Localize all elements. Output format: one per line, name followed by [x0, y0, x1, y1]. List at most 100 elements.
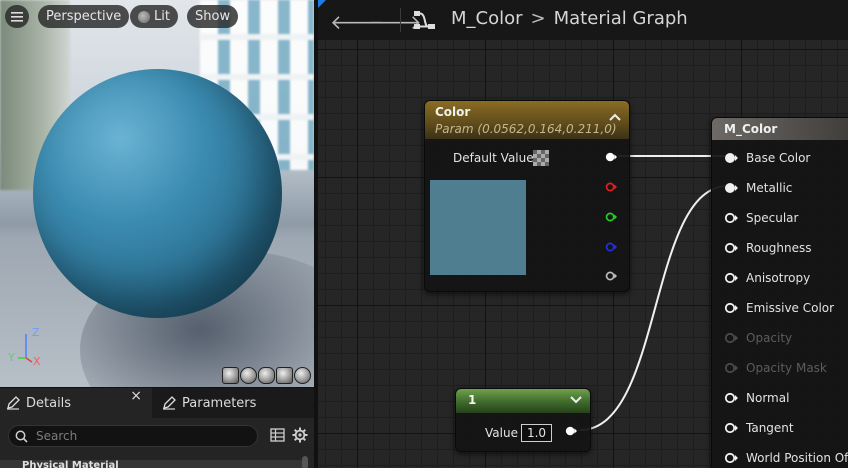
input-pin[interactable] [724, 332, 738, 344]
material-input-label: Metallic [746, 181, 793, 195]
material-input-label: Normal [746, 391, 790, 405]
cylinder-preview-icon[interactable] [222, 367, 239, 384]
viewport-menu-button[interactable] [5, 5, 29, 28]
tab-details[interactable]: Details × [0, 388, 152, 418]
material-input-row[interactable]: Base Color [724, 151, 810, 165]
perspective-label: Perspective [46, 9, 122, 24]
material-graph-canvas[interactable]: 🡐 🡒 M_Color > Material Graph Color Param… [318, 0, 848, 468]
preview-sphere [33, 69, 282, 318]
material-input-row[interactable]: Normal [724, 391, 789, 405]
chevron-down-icon[interactable] [570, 394, 582, 404]
table-view-icon[interactable] [270, 428, 285, 442]
panel-tab-bar: Details × Parameters [0, 388, 314, 418]
details-search-box[interactable] [8, 425, 258, 447]
input-pin[interactable] [724, 152, 738, 164]
input-pin[interactable] [724, 272, 738, 284]
input-pin[interactable] [724, 242, 738, 254]
material-input-row[interactable]: Anisotropy [724, 271, 810, 285]
lit-sphere-icon [138, 10, 150, 23]
red-output-pin[interactable] [605, 181, 617, 193]
constant-output-pin[interactable] [565, 425, 577, 437]
material-input-row[interactable]: Tangent [724, 421, 794, 435]
color-preview-swatch [430, 180, 526, 275]
plane-preview-icon[interactable] [258, 367, 275, 384]
input-pin[interactable] [724, 452, 738, 464]
material-input-label: Emissive Color [746, 301, 835, 315]
value-field[interactable]: 1.0 [521, 424, 552, 442]
material-input-label: Anisotropy [746, 271, 811, 285]
tab-parameters-label: Parameters [182, 395, 257, 411]
preview-viewport[interactable]: Perspective Lit Show Z X Y [0, 0, 314, 387]
constant-node-header[interactable]: 1 [456, 389, 590, 413]
show-button[interactable]: Show [187, 5, 239, 28]
value-label: Value [485, 426, 518, 440]
axis-x-label: X [33, 355, 41, 366]
material-input-row[interactable]: World Position Offs [724, 451, 848, 465]
material-node-header[interactable]: M_Color [712, 118, 848, 140]
preview-mesh-selector [222, 367, 311, 384]
search-input[interactable] [36, 429, 236, 443]
material-result-node[interactable]: M_Color Base Color Metallic Specular Roughn… [711, 117, 848, 468]
material-input-label: Opacity Mask [746, 361, 827, 375]
material-input-row[interactable]: Metallic [724, 181, 792, 195]
material-input-label: World Position Offs [746, 451, 848, 465]
green-output-pin[interactable] [605, 211, 617, 223]
material-input-row[interactable]: Specular [724, 211, 798, 225]
tab-details-label: Details [26, 395, 72, 411]
input-pin[interactable] [724, 212, 738, 224]
show-label: Show [195, 9, 231, 24]
pencil-icon [7, 396, 20, 410]
default-value-label: Default Value [453, 151, 534, 165]
input-pin[interactable] [724, 362, 738, 374]
color-node-subtitle: Param (0.0562,0.164,0.211,0) [435, 122, 617, 136]
chevron-up-icon[interactable] [609, 112, 621, 122]
material-input-row[interactable]: Roughness [724, 241, 811, 255]
material-node-title: M_Color [724, 122, 778, 136]
material-editor-window: Perspective Lit Show Z X Y Details × Par… [0, 0, 848, 468]
material-input-row[interactable]: Opacity Mask [724, 361, 827, 375]
color-node-header[interactable]: Color Param (0.0562,0.164,0.211,0) [425, 101, 629, 139]
details-scrollbar[interactable] [302, 456, 308, 468]
color-node-title: Color [435, 105, 471, 119]
section-header-physical-material[interactable]: Physical Material [0, 460, 306, 468]
lit-label: Lit [154, 9, 170, 24]
teapot-preview-icon[interactable] [294, 367, 311, 384]
blue-output-pin[interactable] [605, 241, 617, 253]
search-icon [15, 430, 28, 443]
material-input-row[interactable]: Opacity [724, 331, 792, 345]
toolbar-separator [400, 8, 401, 32]
breadcrumb-graph[interactable]: Material Graph [554, 8, 688, 29]
material-input-label: Specular [746, 211, 799, 225]
input-pin[interactable] [724, 182, 738, 194]
graph-toolbar: 🡐 🡒 M_Color > Material Graph [318, 0, 848, 40]
input-pin[interactable] [724, 422, 738, 434]
material-input-row[interactable]: Emissive Color [724, 301, 834, 315]
input-pin[interactable] [724, 302, 738, 314]
breadcrumb-separator: > [530, 8, 546, 29]
material-input-label: Opacity [746, 331, 793, 345]
alpha-output-pin[interactable] [605, 270, 617, 282]
graph-corner-marker [318, 0, 326, 8]
default-value-swatch[interactable] [533, 150, 549, 166]
input-pin[interactable] [724, 392, 738, 404]
lit-button[interactable]: Lit [130, 5, 178, 28]
close-icon[interactable]: × [130, 388, 142, 404]
pencil-icon [163, 396, 176, 410]
breadcrumb: M_Color > Material Graph [451, 8, 688, 29]
material-input-label: Tangent [746, 421, 794, 435]
constant-node[interactable]: 1 Value 1.0 [455, 388, 591, 452]
axis-gizmo: Z X Y [7, 326, 41, 366]
axis-y-label: Y [7, 351, 15, 364]
material-input-label: Base Color [746, 151, 811, 165]
graph-icon [414, 11, 435, 29]
tab-parameters[interactable]: Parameters [156, 388, 306, 418]
perspective-button[interactable]: Perspective [38, 5, 130, 28]
gear-icon[interactable] [292, 427, 308, 443]
constant-node-title: 1 [468, 393, 477, 407]
material-input-label: Roughness [746, 241, 812, 255]
breadcrumb-asset[interactable]: M_Color [451, 8, 523, 29]
cube-preview-icon[interactable] [276, 367, 293, 384]
color-parameter-node[interactable]: Color Param (0.0562,0.164,0.211,0) Defau… [424, 100, 630, 292]
sphere-preview-icon[interactable] [240, 367, 257, 384]
rgb-output-pin[interactable] [605, 151, 617, 163]
